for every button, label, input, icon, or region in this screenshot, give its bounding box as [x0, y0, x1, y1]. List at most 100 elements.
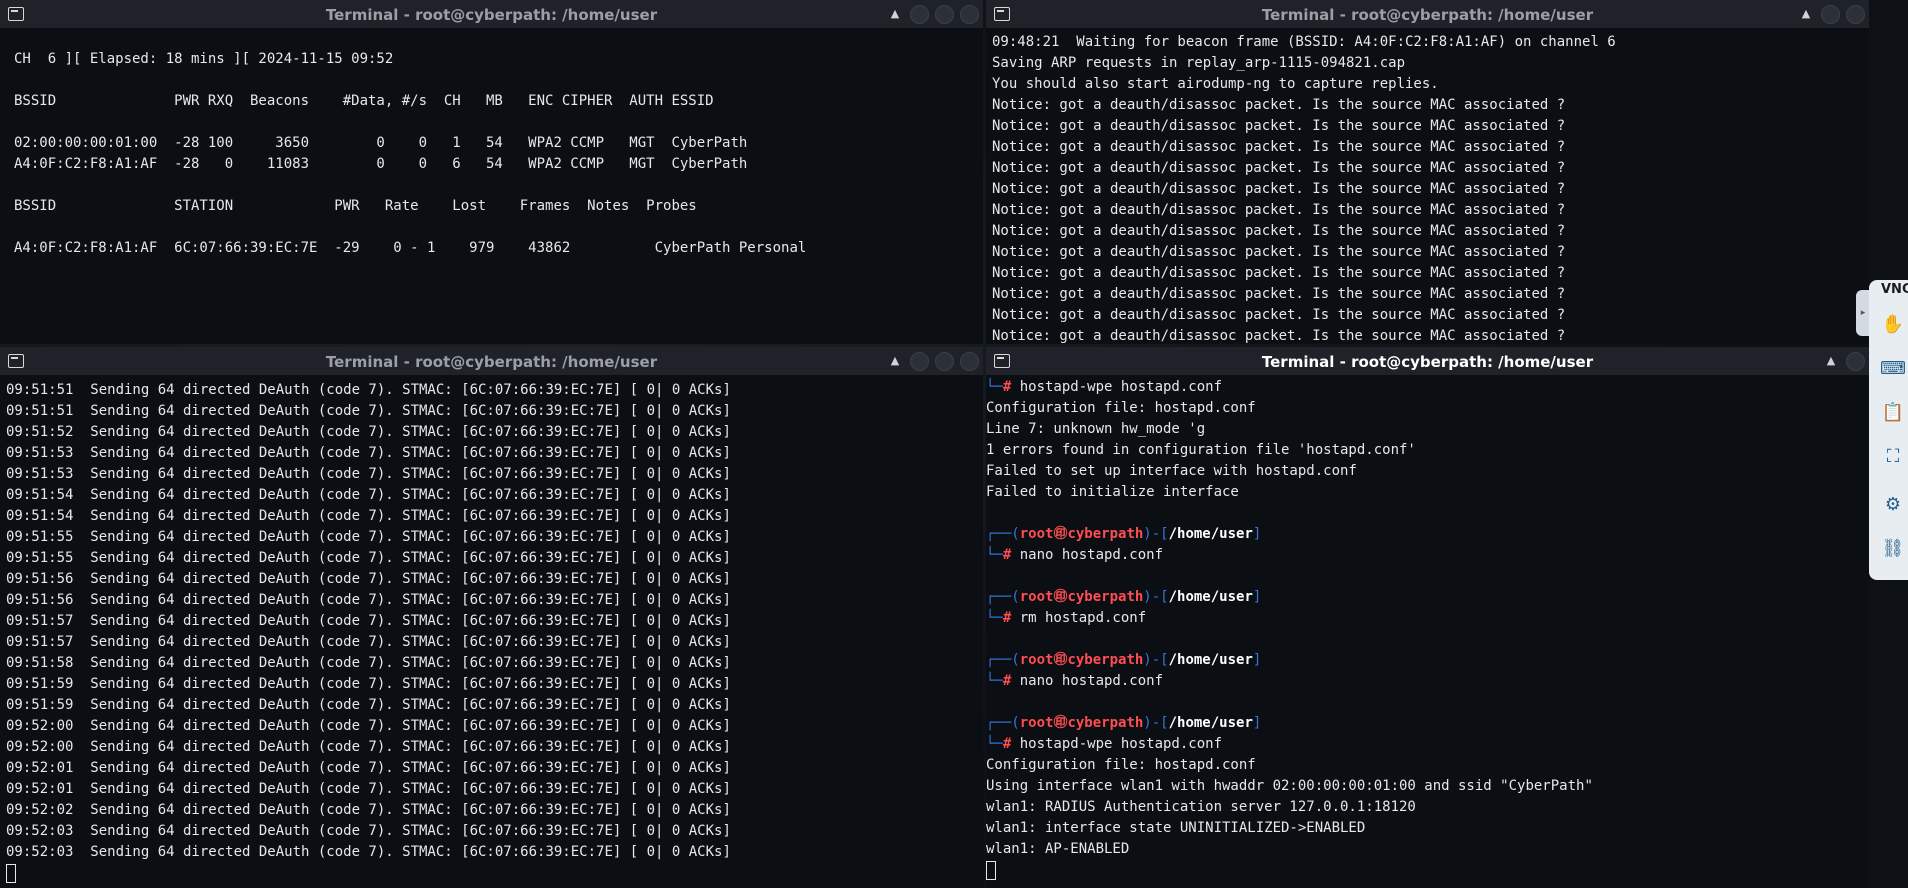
terminal-line: Saving ARP requests in replay_arp-1115-0… [992, 55, 1406, 71]
window-menu-icon[interactable]: ▲ [1822, 351, 1840, 371]
close-button[interactable] [960, 351, 979, 371]
disconnect-icon[interactable]: ⛓ [1880, 536, 1906, 562]
window-title: Terminal - root@cyberpath: /home/user [325, 6, 658, 24]
minimize-button[interactable] [1821, 4, 1840, 24]
terminal-line: 1 errors found in configuration file 'ho… [986, 442, 1416, 458]
terminal-line: Notice: got a deauth/disassoc packet. Is… [992, 286, 1566, 302]
terminal-output[interactable]: └─# hostapd-wpe hostapd.conf Configuratio… [986, 377, 1869, 888]
prompt-path: /home/user [1168, 652, 1253, 668]
minimize-button[interactable] [910, 351, 929, 371]
prompt-at-symbol: ㊞ [1053, 589, 1068, 605]
terminal-line: Notice: got a deauth/disassoc packet. Is… [992, 223, 1566, 239]
maximize-button[interactable] [935, 4, 954, 24]
prompt-bracket: ┌──( [986, 652, 1020, 668]
terminal-output[interactable]: CH 6 ][ Elapsed: 18 mins ][ 2024-11-15 0… [0, 28, 983, 344]
prompt-at-symbol: ㊞ [1053, 715, 1068, 731]
terminal-line: 09:51:59 Sending 64 directed DeAuth (cod… [6, 697, 731, 713]
terminal-line: Notice: got a deauth/disassoc packet. Is… [992, 307, 1566, 323]
terminal-line: 09:51:54 Sending 64 directed DeAuth (cod… [6, 508, 731, 524]
terminal-line: Configuration file: hostapd.conf [986, 757, 1256, 773]
keyboard-icon[interactable]: ⌨ [1880, 356, 1906, 382]
terminal-output[interactable]: 09:51:51 Sending 64 directed DeAuth (cod… [0, 380, 983, 888]
prompt-hash: # [1002, 736, 1020, 752]
terminal-cursor-line[interactable] [986, 860, 1869, 881]
terminal-window-top-right[interactable]: Terminal - root@cyberpath: /home/user ▲ … [986, 0, 1869, 344]
window-menu-icon[interactable]: ▲ [1797, 4, 1815, 24]
settings-gear-icon[interactable]: ⚙ [1880, 492, 1906, 518]
terminal-window-bottom-left[interactable]: Terminal - root@cyberpath: /home/user ▲ … [0, 347, 983, 888]
prompt-hash: # [1002, 547, 1020, 563]
terminal-line: Notice: got a deauth/disassoc packet. Is… [992, 139, 1566, 155]
terminal-line: 09:51:51 Sending 64 directed DeAuth (cod… [6, 382, 731, 398]
prompt-hash: # [1002, 379, 1020, 395]
command-line: └─# nano hostapd.conf [986, 671, 1869, 692]
fullscreen-icon[interactable]: ⛶ [1880, 444, 1906, 470]
prompt-bracket: )-[ [1143, 652, 1169, 668]
prompt-bracket: ] [1252, 715, 1262, 731]
minimize-button[interactable] [910, 4, 929, 24]
terminal-line: 09:51:55 Sending 64 directed DeAuth (cod… [6, 529, 731, 545]
prompt-host: cyberpath [1067, 526, 1144, 542]
terminal-cursor-line[interactable] [6, 863, 983, 884]
terminal-line: 09:51:53 Sending 64 directed DeAuth (cod… [6, 466, 731, 482]
terminal-line: CH 6 ][ Elapsed: 18 mins ][ 2024-11-15 0… [14, 51, 394, 67]
command-line: └─# rm hostapd.conf [986, 608, 1869, 629]
prompt-line: ┌──(root㊞cyberpath)-[/home/user] [986, 587, 1869, 608]
text-cursor [6, 863, 16, 883]
window-menu-icon[interactable]: ▲ [886, 4, 904, 24]
clipboard-icon[interactable]: 📋 [1880, 400, 1906, 426]
close-button[interactable] [960, 4, 979, 24]
terminal-line: BSSID STATION PWR Rate Lost Frames Notes… [14, 198, 697, 214]
terminal-line: Notice: got a deauth/disassoc packet. Is… [992, 244, 1566, 260]
terminal-window-top-left[interactable]: Terminal - root@cyberpath: /home/user ▲ … [0, 0, 983, 344]
prompt-bracket: └─ [986, 673, 1003, 689]
window-menu-icon[interactable]: ▲ [886, 351, 904, 371]
vnc-panel-handle[interactable]: ▸ [1856, 290, 1870, 336]
prompt-bracket: ┌──( [986, 715, 1020, 731]
terminal-line: Notice: got a deauth/disassoc packet. Is… [992, 328, 1566, 344]
window-titlebar[interactable]: Terminal - root@cyberpath: /home/user ▲ [0, 347, 983, 375]
prompt-path: /home/user [1168, 589, 1253, 605]
terminal-line: wlan1: AP-ENABLED [986, 841, 1130, 857]
prompt-bracket: └─ [986, 379, 1003, 395]
window-titlebar[interactable]: Terminal - root@cyberpath: /home/user ▲ [986, 0, 1869, 28]
maximize-button[interactable] [935, 351, 954, 371]
terminal-line: 09:51:54 Sending 64 directed DeAuth (cod… [6, 487, 731, 503]
prompt-bracket: ┌──( [986, 589, 1020, 605]
terminal-line: 09:52:03 Sending 64 directed DeAuth (cod… [6, 823, 731, 839]
terminal-line: Notice: got a deauth/disassoc packet. Is… [992, 181, 1566, 197]
terminal-line: 02:00:00:00:01:00 -28 100 3650 0 0 1 54 … [14, 135, 748, 151]
prompt-host: cyberpath [1067, 715, 1144, 731]
terminal-line: Line 7: unknown hw_mode 'g [986, 421, 1206, 437]
window-titlebar[interactable]: Terminal - root@cyberpath: /home/user ▲ [986, 347, 1869, 375]
terminal-line: 09:51:57 Sending 64 directed DeAuth (cod… [6, 634, 731, 650]
text-cursor [986, 860, 996, 880]
minimize-button[interactable] [1846, 351, 1865, 371]
prompt-path: /home/user [1168, 715, 1253, 731]
window-titlebar[interactable]: Terminal - root@cyberpath: /home/user ▲ [0, 0, 983, 28]
terminal-line: 09:51:51 Sending 64 directed DeAuth (cod… [6, 403, 731, 419]
prompt-bracket: )-[ [1143, 715, 1169, 731]
prompt-hash: # [1002, 673, 1020, 689]
prompt-path: /home/user [1168, 526, 1253, 542]
command-line: └─# hostapd-wpe hostapd.conf [986, 377, 1869, 398]
terminal-line: 09:51:53 Sending 64 directed DeAuth (cod… [6, 445, 731, 461]
terminal-line: 09:51:59 Sending 64 directed DeAuth (cod… [6, 676, 731, 692]
prompt-bracket: └─ [986, 610, 1003, 626]
terminal-line: Notice: got a deauth/disassoc packet. Is… [992, 160, 1566, 176]
terminal-line: Configuration file: hostapd.conf [986, 400, 1256, 416]
maximize-button[interactable] [1846, 4, 1865, 24]
terminal-line: You should also start airodump-ng to cap… [992, 76, 1439, 92]
drag-viewport-icon[interactable]: ✋ [1880, 312, 1906, 338]
prompt-user: root [1019, 652, 1054, 668]
terminal-window-bottom-right[interactable]: Terminal - root@cyberpath: /home/user ▲ … [986, 347, 1869, 888]
terminal-line: 09:51:52 Sending 64 directed DeAuth (cod… [6, 424, 731, 440]
command-text: hostapd-wpe hostapd.conf [1019, 379, 1223, 395]
terminal-line: wlan1: RADIUS Authentication server 127.… [986, 799, 1416, 815]
terminal-output[interactable]: 09:48:21 Waiting for beacon frame (BSSID… [986, 32, 1869, 344]
